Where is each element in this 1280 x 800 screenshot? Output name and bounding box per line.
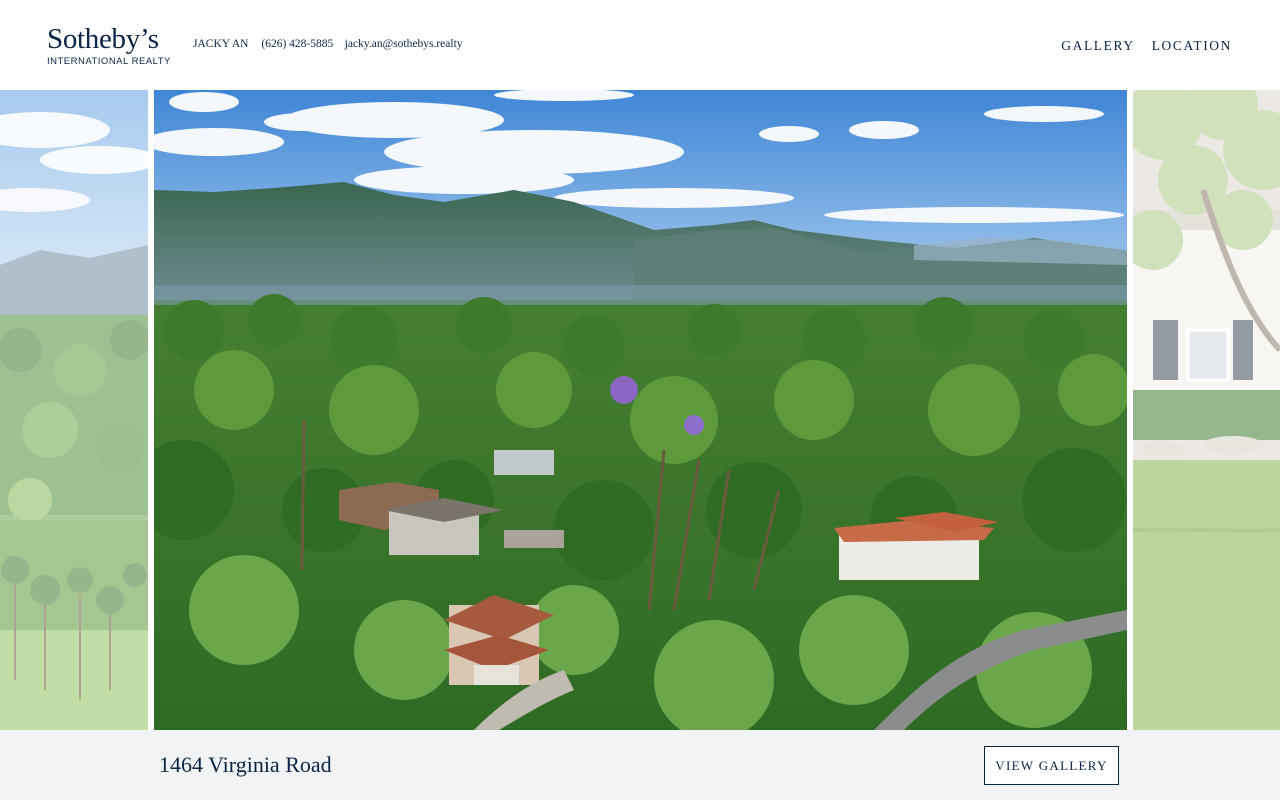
nav-gallery[interactable]: GALLERY	[1061, 37, 1134, 55]
listing-address: 1464 Virginia Road	[159, 752, 332, 777]
logo-subtitle: INTERNATIONAL REALTY	[47, 56, 171, 67]
gallery-slide-previous[interactable]	[0, 90, 148, 730]
main-nav: GALLERY LOCATION	[1061, 37, 1232, 55]
aerial-palm-photo	[0, 90, 148, 730]
agent-name: JACKY AN	[193, 38, 249, 50]
house-lawn-photo	[1133, 90, 1280, 730]
listing-bar: 1464 Virginia Road VIEW GALLERY	[0, 730, 1280, 800]
photo-gallery	[0, 90, 1280, 730]
nav-location[interactable]: LOCATION	[1152, 37, 1232, 55]
agent-contact: JACKY AN (626) 428-5885 jacky.an@sotheby…	[193, 38, 463, 54]
house-center	[444, 595, 554, 685]
site-header: Sotheby’s INTERNATIONAL REALTY JACKY AN …	[0, 0, 1280, 90]
sothebys-logo[interactable]: Sotheby’s INTERNATIONAL REALTY	[47, 22, 177, 72]
gallery-slide-next[interactable]	[1133, 90, 1280, 730]
agent-email-link[interactable]: jacky.an@sothebys.realty	[345, 38, 463, 50]
view-gallery-button[interactable]: VIEW GALLERY	[984, 746, 1119, 785]
logo-name: Sotheby’s	[47, 23, 159, 55]
gallery-slide-current[interactable]	[154, 90, 1127, 730]
aerial-property-photo	[154, 90, 1127, 730]
agent-phone-link[interactable]: (626) 428-5885	[261, 38, 333, 50]
